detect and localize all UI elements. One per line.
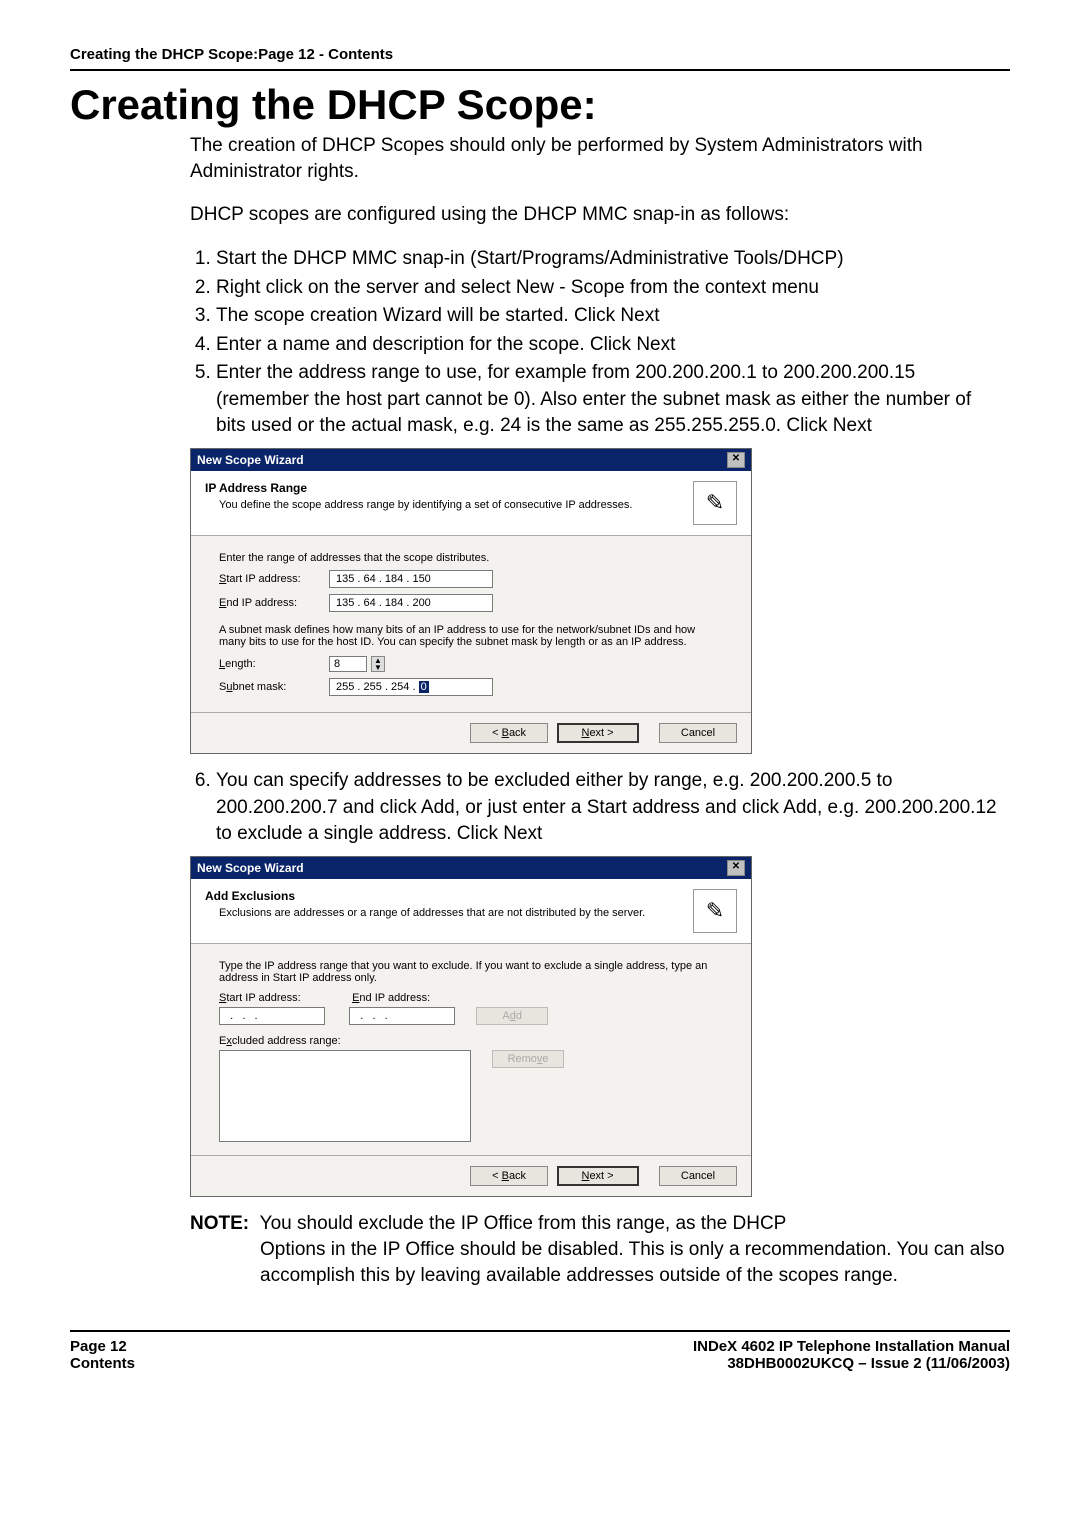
footer-contents: Contents bbox=[70, 1355, 135, 1372]
footer-issue: 38DHB0002UKCQ – Issue 2 (11/06/2003) bbox=[693, 1355, 1010, 1372]
cancel-button[interactable]: Cancel bbox=[659, 1166, 737, 1186]
subnet-selected-octet: 0 bbox=[419, 681, 429, 693]
excluded-range-label: Excluded address range: bbox=[219, 1035, 723, 1047]
excl-start-input[interactable]: . . . bbox=[219, 1007, 325, 1025]
page-title: Creating the DHCP Scope: bbox=[70, 81, 1010, 129]
wizard-logo-icon: ✎ bbox=[693, 481, 737, 525]
steps-list-a: Start the DHCP MMC snap-in (Start/Progra… bbox=[190, 246, 1000, 440]
back-button[interactable]: < Back bbox=[470, 723, 548, 743]
wizard2-instr: Type the IP address range that you want … bbox=[219, 960, 723, 984]
footer-manual: INDeX 4602 IP Telephone Installation Man… bbox=[693, 1338, 1010, 1355]
subnet-mask-input[interactable]: 255 . 255 . 254 . 0 bbox=[329, 678, 493, 696]
intro-paragraph-2: DHCP scopes are configured using the DHC… bbox=[190, 202, 1000, 228]
end-ip-label: End IP address: bbox=[219, 597, 329, 609]
length-input[interactable]: 8 bbox=[329, 656, 367, 672]
end-ip-input[interactable]: 135 . 64 . 184 . 200 bbox=[329, 594, 493, 612]
wizard1-title: New Scope Wizard bbox=[197, 453, 304, 467]
note-label: NOTE: bbox=[190, 1213, 249, 1234]
wizard1-instr1: Enter the range of addresses that the sc… bbox=[219, 552, 723, 564]
start-ip-label: Start IP address: bbox=[219, 573, 329, 585]
subnet-prefix: 255 . 255 . 254 . bbox=[336, 681, 419, 693]
length-spinner[interactable]: ▲▼ bbox=[371, 656, 385, 672]
wizard2-head-subtitle: Exclusions are addresses or a range of a… bbox=[219, 906, 685, 921]
wizard1-head-subtitle: You define the scope address range by id… bbox=[219, 498, 685, 513]
note-text-first: You should exclude the IP Office from th… bbox=[260, 1213, 787, 1234]
wizard1-mask-text: A subnet mask defines how many bits of a… bbox=[219, 624, 723, 648]
next-button[interactable]: Next > bbox=[557, 1166, 639, 1186]
page-footer: Page 12 Contents INDeX 4602 IP Telephone… bbox=[70, 1330, 1010, 1372]
step-6: You can specify addresses to be excluded… bbox=[216, 768, 1000, 848]
note-block: NOTE: You should exclude the IP Office f… bbox=[190, 1211, 1010, 1290]
step-5: Enter the address range to use, for exam… bbox=[216, 360, 1000, 440]
wizard-ip-address-range: New Scope Wizard ✕ IP Address Range You … bbox=[190, 448, 752, 754]
excluded-range-list[interactable] bbox=[219, 1050, 471, 1142]
remove-button[interactable]: Remove bbox=[492, 1050, 564, 1068]
close-icon[interactable]: ✕ bbox=[727, 860, 745, 876]
step-3: The scope creation Wizard will be starte… bbox=[216, 303, 1000, 330]
steps-list-b: You can specify addresses to be excluded… bbox=[190, 768, 1000, 848]
step-4: Enter a name and description for the sco… bbox=[216, 332, 1000, 359]
step-2: Right click on the server and select New… bbox=[216, 275, 1000, 302]
close-icon[interactable]: ✕ bbox=[727, 452, 745, 468]
intro-paragraph-1: The creation of DHCP Scopes should only … bbox=[190, 133, 1000, 184]
wizard1-head-title: IP Address Range bbox=[205, 481, 685, 495]
subnet-mask-label: Subnet mask: bbox=[219, 681, 329, 693]
add-button[interactable]: Add bbox=[476, 1007, 548, 1025]
wizard2-head-title: Add Exclusions bbox=[205, 889, 685, 903]
footer-page: Page 12 bbox=[70, 1338, 135, 1355]
next-button[interactable]: Next > bbox=[557, 723, 639, 743]
page-header: Creating the DHCP Scope:Page 12 - Conten… bbox=[70, 46, 1010, 71]
wizard2-title: New Scope Wizard bbox=[197, 861, 304, 875]
wizard-logo-icon: ✎ bbox=[693, 889, 737, 933]
start-ip-input[interactable]: 135 . 64 . 184 . 150 bbox=[329, 570, 493, 588]
note-text-rest: Options in the IP Office should be disab… bbox=[260, 1237, 1010, 1289]
step-1: Start the DHCP MMC snap-in (Start/Progra… bbox=[216, 246, 1000, 273]
excl-end-input[interactable]: . . . bbox=[349, 1007, 455, 1025]
cancel-button[interactable]: Cancel bbox=[659, 723, 737, 743]
length-label: Length: bbox=[219, 658, 329, 670]
excl-start-label: Start IP address: bbox=[219, 992, 349, 1004]
back-button[interactable]: < Back bbox=[470, 1166, 548, 1186]
wizard-add-exclusions: New Scope Wizard ✕ Add Exclusions Exclus… bbox=[190, 856, 752, 1197]
excl-end-label: End IP address: bbox=[352, 992, 472, 1004]
